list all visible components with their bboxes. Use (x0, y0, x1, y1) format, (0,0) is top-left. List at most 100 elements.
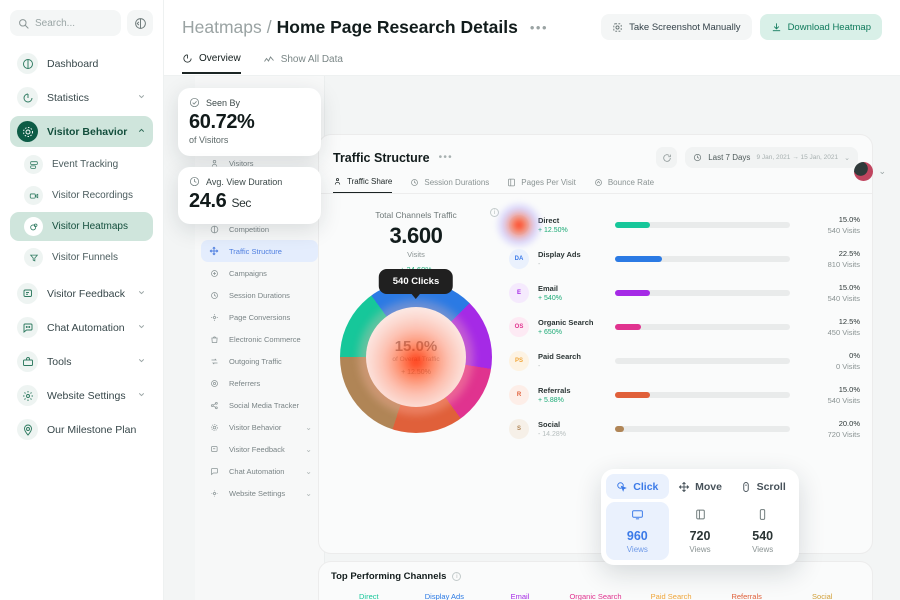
channel-delta: - (538, 363, 541, 370)
top-channel-column[interactable]: Organic Search450Visits+ 650% (558, 592, 634, 600)
sidebar-item-event-tracking[interactable]: Event Tracking (10, 150, 153, 179)
tab-session-durations[interactable]: Session Durations (410, 177, 489, 193)
mini-item-social-media-tracker[interactable]: Social Media Tracker (201, 394, 318, 416)
mini-item-traffic-structure[interactable]: Traffic Structure (201, 240, 318, 262)
mini-item-campaigns[interactable]: Campaigns (201, 262, 318, 284)
mini-item-electronic-commerce[interactable]: Electronic Commerce (201, 328, 318, 350)
refresh-icon[interactable] (656, 147, 678, 168)
download-heatmap-button[interactable]: Download Heatmap (759, 14, 882, 40)
mini-group-visitor-feedback[interactable]: Visitor Feedback ⌄ (201, 438, 318, 460)
channel-row[interactable]: OS Organic Search + 650% 12.5% 450 Visits (509, 310, 860, 344)
channel-stats: 15.0% 540 Visits (802, 283, 860, 303)
top-channel-column[interactable]: Email540Visits+ 540% (482, 592, 558, 600)
device-desktop[interactable]: 960 Views (606, 502, 669, 560)
tab-overview-label: Overview (199, 53, 241, 64)
channel-row[interactable]: E Email + 540% 15.0% 540 Visits (509, 276, 860, 310)
overview-icon (183, 54, 192, 63)
mini-group-visitor-behavior[interactable]: Visitor Behavior ⌄ (201, 416, 318, 438)
chevron-down-icon (137, 288, 146, 300)
mini-item-label: Outgoing Traffic (229, 356, 282, 366)
collapse-panel-icon[interactable] (127, 10, 153, 36)
tab-click[interactable]: Click (606, 474, 669, 499)
info-icon[interactable]: i (490, 208, 499, 217)
channel-row[interactable]: DA Display Ads - 22.5% 810 Visits (509, 242, 860, 276)
mini-group-chat-automation[interactable]: Chat Automation ⌄ (201, 460, 318, 482)
visitor-feedback-icon (17, 283, 38, 304)
search-input[interactable]: Search... (10, 10, 121, 36)
avg-duration-value: 24.6 Sec (189, 190, 310, 213)
tab-show-all-data[interactable]: Show All Data (263, 53, 343, 74)
sidebar-item-visitor-behavior[interactable]: Visitor Behavior (10, 116, 153, 147)
mini-item-label: Electronic Commerce (229, 334, 301, 344)
take-screenshot-button[interactable]: Take Screenshot Manually (601, 14, 752, 40)
mini-group-website-settings[interactable]: Website Settings ⌄ (201, 482, 318, 504)
sidebar-item-our-milestone-plan[interactable]: Our Milestone Plan (10, 414, 153, 445)
top-channel-column[interactable]: Display Ads810Visits- (407, 592, 483, 600)
info-icon[interactable]: i (452, 572, 462, 581)
sidebar-item-visitor-funnels[interactable]: Visitor Funnels (10, 243, 153, 272)
top-channel-column[interactable]: Direct540Visits+ 12.50% (331, 592, 407, 600)
channel-row[interactable]: R Referrals + 5.88% 15.0% 540 Visits (509, 378, 860, 412)
sidebar-item-chat-automation[interactable]: Chat Automation (10, 312, 153, 343)
sidebar-item-visitor-feedback[interactable]: Visitor Feedback (10, 278, 153, 309)
mini-item-referrers[interactable]: Referrers (201, 372, 318, 394)
channel-row[interactable]: Direct + 12.50% 15.0% 540 Visits (497, 203, 860, 247)
mini-item-label: Traffic Structure (229, 246, 282, 256)
breadcrumb-parent[interactable]: Heatmaps (182, 17, 262, 38)
breadcrumb-separator: / (266, 16, 272, 37)
top-channel-column[interactable]: Referrals540Visits+ 5.88% (709, 592, 785, 600)
date-range-selector[interactable]: Last 7 Days 9 Jan, 2021 → 15 Jan, 2021 ⌄ (685, 147, 858, 168)
channel-name: Social (538, 420, 561, 429)
seen-by-header: Seen By (189, 97, 310, 108)
traffic-structure-more-icon[interactable]: ••• (439, 152, 453, 163)
channel-avatar: R (509, 385, 529, 405)
sidebar-item-label: Visitor Recordings (52, 190, 133, 201)
download-icon (772, 22, 780, 31)
outgoing-traffic-icon (207, 354, 221, 368)
channel-stats: 15.0% 540 Visits (802, 215, 860, 235)
top-channel-label: Social (812, 592, 833, 600)
device-tablet[interactable]: 720 Views (669, 502, 732, 560)
page-more-icon[interactable]: ••• (530, 20, 548, 35)
channel-bar-fill (615, 290, 650, 296)
channel-row[interactable]: S Social - 14.28% 20.0% 720 Visits (509, 412, 860, 446)
top-channel-column[interactable]: Paid Search0Visits- (633, 592, 709, 600)
sidebar-item-dashboard[interactable]: Dashboard (10, 48, 153, 79)
tab-move[interactable]: Move (669, 474, 732, 499)
milestone-plan-icon (17, 419, 38, 440)
mini-item-session-durations[interactable]: Session Durations (201, 284, 318, 306)
sidebar-search-row: Search... (10, 10, 153, 36)
donut-chart[interactable]: 15.0% of Overall Traffic + 12.50% 540 Cl… (340, 269, 492, 433)
channel-meta: Display Ads - (529, 250, 615, 268)
tab-label: Pages Per Visit (521, 177, 576, 187)
campaigns-icon (207, 266, 221, 280)
device-mobile[interactable]: 540 Views (731, 502, 794, 560)
sidebar-item-statistics[interactable]: Statistics (10, 82, 153, 113)
tab-scroll[interactable]: Scroll (731, 474, 794, 499)
mini-item-outgoing-traffic[interactable]: Outgoing Traffic (201, 350, 318, 372)
download-heatmap-label: Download Heatmap (787, 21, 871, 33)
tab-traffic-share[interactable]: Traffic Share (333, 177, 393, 193)
tab-bounce-rate[interactable]: Bounce Rate (594, 177, 654, 193)
sidebar-item-visitor-recordings[interactable]: Visitor Recordings (10, 181, 153, 210)
click-icon (617, 481, 628, 492)
channel-bar-track (615, 256, 790, 262)
tablet-icon (694, 508, 707, 524)
top-channel-column[interactable]: Social720Visits- 14.28% (784, 592, 860, 600)
tab-pages-per-visit[interactable]: Pages Per Visit (507, 177, 576, 193)
mini-item-page-conversions[interactable]: Page Conversions (201, 306, 318, 328)
channel-row[interactable]: PS Paid Search - 0% 0 Visits (509, 344, 860, 378)
date-range-label: Last 7 Days (708, 153, 751, 162)
user-menu[interactable]: ⌄ (854, 162, 886, 181)
donut-tooltip: 540 Clicks (378, 269, 454, 299)
desktop-icon (631, 508, 644, 524)
sidebar-item-visitor-heatmaps[interactable]: Visitor Heatmaps (10, 212, 153, 241)
device-mobile-value: 540 (752, 529, 774, 543)
tab-overview[interactable]: Overview (182, 53, 241, 74)
sidebar-item-tools[interactable]: Tools (10, 346, 153, 377)
main-area: Heatmaps / Home Page Research Details ••… (164, 0, 900, 600)
tab-move-label: Move (695, 480, 722, 493)
sidebar-item-website-settings[interactable]: Website Settings (10, 380, 153, 411)
sidebar-item-label: Visitor Behavior (47, 125, 128, 138)
mini-group-label: Visitor Feedback (229, 444, 285, 454)
